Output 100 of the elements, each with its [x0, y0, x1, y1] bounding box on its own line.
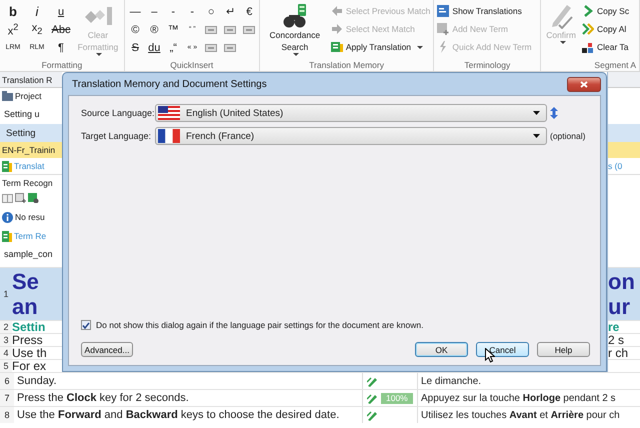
format-button[interactable]: ○: [204, 3, 219, 20]
checkbox[interactable]: [81, 320, 91, 330]
ribbon-button[interactable]: Clear Ta: [582, 39, 630, 55]
format-button[interactable]: du: [146, 39, 162, 56]
ribbon-button[interactable]: Copy Al: [582, 21, 630, 37]
format-button[interactable]: ®: [146, 21, 162, 38]
source-text: Use the Forward and Backward keys to choose the desired date.: [16, 409, 340, 421]
dialog-button[interactable]: Cancel: [476, 342, 529, 357]
panel-text: Setting u: [4, 109, 40, 119]
group-label: Translation Memory: [308, 60, 385, 71]
group-label: Terminology: [463, 60, 512, 71]
segment-text: Use th: [12, 347, 47, 359]
format-button[interactable]: €: [242, 3, 257, 20]
panel-link[interactable]: s (0: [608, 161, 622, 171]
format-button[interactable]: Abc: [51, 21, 71, 38]
format-button[interactable]: x$_{2}$: [27, 21, 47, 38]
caret-icon: [417, 46, 424, 48]
tag-icon[interactable]: [205, 44, 218, 52]
ribbon-button[interactable]: Apply Translation: [330, 39, 430, 55]
dropdown-arrow-icon: [533, 134, 540, 138]
arrow-right-icon: [330, 23, 343, 35]
panel-text: Translation R: [2, 74, 52, 84]
row-number: 6: [0, 373, 14, 389]
table-icon: [330, 41, 343, 53]
add-row-icon[interactable]: [15, 193, 26, 203]
row-number: 4: [0, 347, 12, 359]
table-icon: [2, 230, 12, 242]
segment-text: r ch: [608, 347, 628, 359]
segment-text: ur: [608, 294, 631, 319]
segment-text: 2 s: [608, 334, 624, 346]
group-label: QuickInsert: [169, 60, 214, 71]
format-button[interactable]: b: [3, 3, 23, 20]
format-button[interactable]: -: [166, 3, 181, 20]
format-button[interactable]: „“: [166, 39, 181, 56]
panel-text: sample_con: [4, 249, 53, 259]
caret-icon: [293, 53, 300, 56]
dialog-button[interactable]: OK: [415, 342, 468, 357]
format-button[interactable]: x$^{2}$: [3, 21, 23, 38]
format-button[interactable]: ↵: [222, 3, 238, 20]
panel-header: [608, 124, 640, 142]
row-number: 2: [0, 321, 12, 333]
dialog-button[interactable]: Advanced...: [81, 342, 133, 357]
pencil-icon: [367, 410, 378, 420]
format-button[interactable]: u: [51, 3, 71, 20]
checkbox-label: Do not show this dialog again if the language pair settings for the document are known.: [96, 320, 424, 330]
table-icon: [2, 160, 12, 172]
ribbon-button[interactable]: Concordance Search: [262, 3, 327, 56]
target-text[interactable]: Utilisez les touches Avant et Arrière pour ch: [418, 410, 640, 420]
france-flag-icon: [158, 129, 180, 143]
info-icon: [2, 212, 13, 222]
format-button[interactable]: ©: [128, 21, 143, 38]
segment-text: re: [608, 321, 620, 333]
close-button[interactable]: [567, 76, 601, 92]
ribbon-button[interactable]: Copy Sc: [582, 3, 630, 19]
sheet-icon[interactable]: [28, 193, 39, 203]
caret-icon: [96, 53, 102, 56]
row-number: 3: [0, 334, 12, 346]
arrow-left-icon: [330, 5, 343, 17]
format-button[interactable]: —: [128, 3, 143, 20]
panel-text: Project: [15, 91, 42, 101]
optional-note: (optional): [550, 131, 586, 141]
segment-text: Se: [12, 269, 39, 294]
folder-icon: [2, 91, 13, 101]
format-button[interactable]: ™: [166, 21, 181, 38]
dropdown-arrow-icon: [533, 111, 540, 115]
panel-link[interactable]: Term Re: [14, 231, 46, 241]
tag-icon[interactable]: [224, 26, 236, 34]
source-text: Sunday.: [16, 375, 58, 387]
format-button[interactable]: S: [128, 39, 143, 56]
format-button[interactable]: -: [184, 3, 200, 20]
language-dropdown[interactable]: French (France): [155, 127, 547, 145]
tag-icon[interactable]: [243, 26, 256, 34]
language-dropdown[interactable]: English (United States): [155, 104, 547, 122]
tag-icon[interactable]: [224, 44, 236, 52]
group-label: Formatting: [40, 60, 84, 71]
segment-text: an: [12, 294, 39, 319]
format-button[interactable]: –: [146, 3, 162, 20]
highlight-bar: [608, 142, 640, 158]
format-button[interactable]: ¶: [51, 39, 71, 56]
dialog-title: Translation Memory and Document Settings: [72, 78, 267, 90]
panel-text: Setting: [6, 128, 36, 138]
panel-tab[interactable]: Translation R: [0, 72, 62, 88]
segment-text: Press: [12, 334, 43, 346]
tag-icon[interactable]: [205, 26, 218, 34]
double-chevron-icon: [582, 23, 594, 35]
field-label: Source Language:: [81, 108, 155, 118]
segment-text: Settin: [12, 321, 46, 333]
chevron-icon: [582, 5, 594, 17]
field-label: Target Language:: [81, 131, 152, 141]
source-text: Press the Clock key for 2 seconds.: [16, 392, 190, 404]
panel-text: EN-Fr_Trainin: [2, 145, 56, 155]
pencil-icon: [367, 376, 378, 386]
dialog-button[interactable]: Help: [537, 342, 590, 357]
swap-icon[interactable]: [550, 107, 558, 119]
target-text[interactable]: Appuyez sur la touche Horloge pendant 2 s: [418, 392, 640, 404]
segment-text: on: [608, 269, 635, 294]
document-icon: [437, 5, 450, 17]
target-text[interactable]: Le dimanche.: [418, 376, 640, 386]
ribbon-button[interactable]: Show Translations: [437, 3, 532, 19]
format-button[interactable]: i: [27, 3, 47, 20]
